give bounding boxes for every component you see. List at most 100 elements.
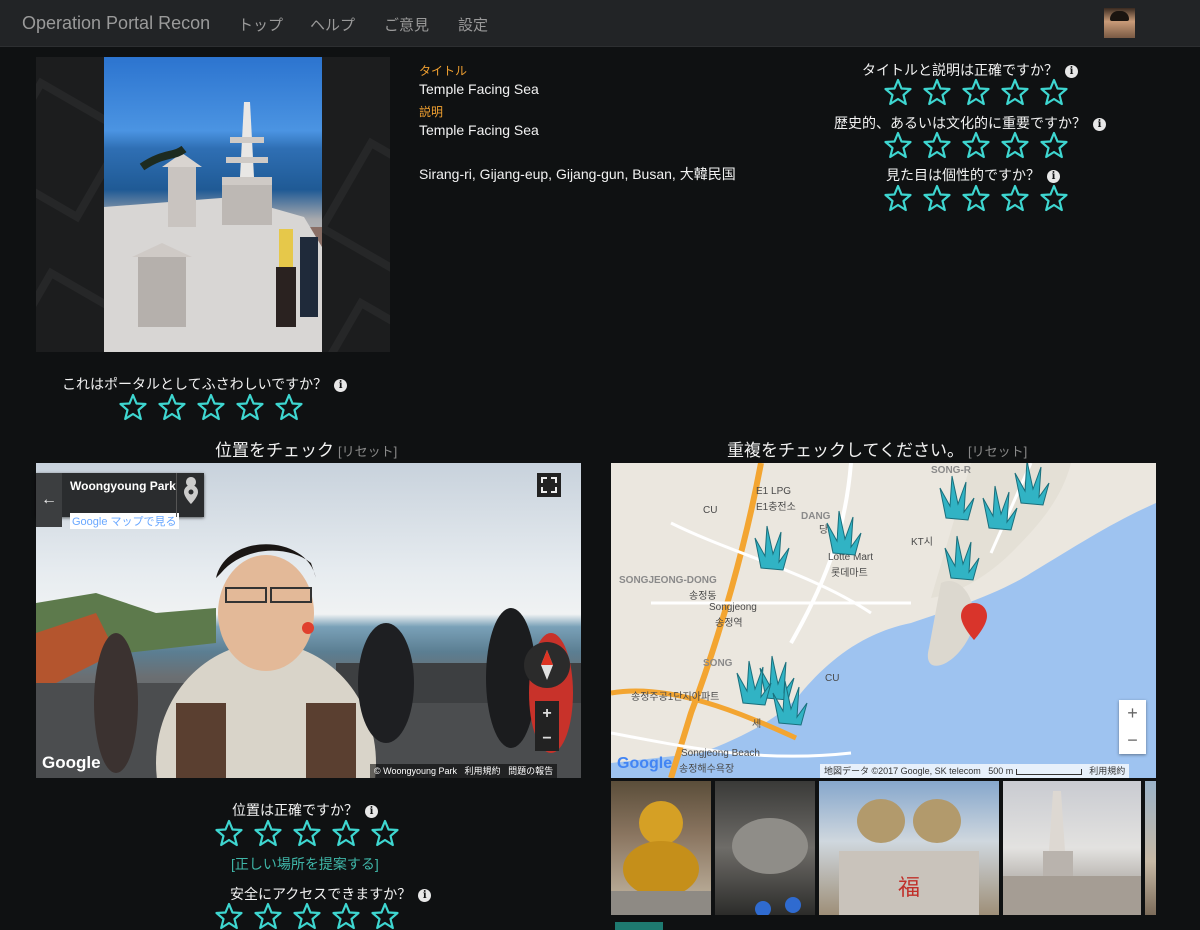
question-text: 歴史的、あるいは文化的に重要ですか？ [834,115,1086,131]
top-navbar: Operation Portal Recon トップ ヘルプ ご意見 設定 [0,0,1200,47]
star-icon[interactable] [215,902,243,930]
duplicate-section-title: 重複をチェックしてください。 [リセット] [727,436,1027,461]
star-icon[interactable] [1040,184,1068,212]
duplicate-map[interactable]: E1 LPG E1충전소 DANG 당 Lotte Mart 롯데마트 KT시 … [611,463,1156,778]
star-icon[interactable] [254,819,282,847]
star-icon[interactable] [962,78,990,106]
description-label: 説明 [419,105,444,119]
user-avatar[interactable] [1104,8,1135,38]
duplicate-thumbnail-stone-pagoda[interactable] [1003,781,1141,915]
compass-icon[interactable] [524,642,570,688]
nav-link-settings[interactable]: 設定 [458,14,488,35]
streetview-credit: © Woongyoung Park [374,766,458,776]
google-maps-link[interactable]: Google マップで見る [70,513,179,529]
question-title-accuracy: タイトルと説明は正確ですか？ i [862,60,1078,80]
map-zoom-out[interactable]: − [1119,727,1146,754]
stars-historic [884,131,1068,159]
question-location-accuracy: 位置は正確ですか？ i [232,800,378,820]
back-arrow-icon[interactable]: ← [36,473,62,527]
question-text: 位置は正確ですか？ [232,802,358,818]
map-pin-icon[interactable] [176,473,205,517]
star-icon[interactable] [1001,184,1029,212]
fortune-character: 福 [898,876,920,901]
nav-link-feedback[interactable]: ご意見 [384,14,429,35]
location-reset-link[interactable]: [リセット] [338,444,397,459]
star-icon[interactable] [923,131,951,159]
stars-unique [884,184,1068,212]
star-icon[interactable] [332,902,360,930]
info-icon[interactable]: i [418,889,432,902]
map-terms-link[interactable]: 利用規約 [1089,766,1125,776]
star-icon[interactable] [884,184,912,212]
brand-link[interactable]: Operation Portal Recon [22,13,210,34]
portal-description: Temple Facing Sea [419,122,539,138]
star-icon[interactable] [884,131,912,159]
star-icon[interactable] [215,819,243,847]
star-icon[interactable] [158,393,186,421]
star-icon[interactable] [293,819,321,847]
portal-address: Sirang-ri, Gijang-eup, Gijang-gun, Busan… [419,166,736,182]
nav-link-help[interactable]: ヘルプ [310,14,355,35]
star-icon[interactable] [332,819,360,847]
suggest-location-link[interactable]: [正しい場所を提案する] [231,854,379,874]
fullscreen-icon[interactable] [537,473,561,497]
map-footer: 地図データ ©2017 Google, SK telecom 500 m 利用規… [820,764,1130,778]
info-icon[interactable]: i [334,379,348,392]
question-text: タイトルと説明は正確ですか？ [862,62,1058,78]
streetview-zoom-control: + − [535,701,559,751]
star-icon[interactable] [923,78,951,106]
star-icon[interactable] [1001,131,1029,159]
stars-portal-worthy [119,393,303,421]
star-icon[interactable] [962,184,990,212]
streetview-footer: © Woongyoung Park 利用規約 問題の報告 [370,764,558,778]
star-icon[interactable] [884,78,912,106]
question-portal-worthy: これはポータルとしてふさわしいですか？ i [62,374,348,394]
duplicate-thumbnail-pig-statues[interactable]: 福 [819,781,999,915]
question-text: 見た目は個性的ですか？ [886,167,1040,183]
streetview-terms-link[interactable]: 利用規約 [465,766,501,776]
duplicate-thumbnail-golden-buddha[interactable] [611,781,711,915]
info-icon[interactable]: i [1047,170,1060,183]
pig-statues-illustration: 福 [839,799,979,915]
duplicate-title-text: 重複をチェックしてください。 [727,441,964,460]
star-icon[interactable] [197,393,225,421]
star-icon[interactable] [371,902,399,930]
map-google-logo: Google [617,755,672,773]
star-icon[interactable] [1001,78,1029,106]
star-icon[interactable] [293,902,321,930]
question-historic: 歴史的、あるいは文化的に重要ですか？ i [834,113,1106,133]
confirm-button[interactable] [615,922,663,930]
info-icon[interactable]: i [1065,65,1078,78]
star-icon[interactable] [1040,131,1068,159]
star-icon[interactable] [275,393,303,421]
duplicate-thumbnail-partial[interactable] [1145,781,1156,915]
streetview-zoom-in[interactable]: + [535,701,559,726]
duplicate-reset-link[interactable]: [リセット] [968,444,1027,459]
info-icon[interactable]: i [365,805,378,818]
streetview-zoom-out[interactable]: − [535,726,559,751]
map-google-logo-text: Google [617,755,673,772]
portal-marker-icon [982,485,1018,531]
temple-illustration [104,102,322,352]
fullscreen-glyph [541,477,557,493]
portal-marker-icon [826,510,862,556]
nav-link-top[interactable]: トップ [238,14,283,35]
streetview-report-link[interactable]: 問題の報告 [508,766,553,776]
portal-title: Temple Facing Sea [419,81,539,97]
map-zoom-in[interactable]: + [1119,700,1146,727]
star-icon[interactable] [923,184,951,212]
star-icon[interactable] [962,131,990,159]
star-icon[interactable] [254,902,282,930]
portal-markers [736,463,1050,726]
star-icon[interactable] [236,393,264,421]
portal-photo[interactable] [104,57,322,352]
star-icon[interactable] [119,393,147,421]
star-icon[interactable] [371,819,399,847]
info-icon[interactable]: i [1093,118,1106,131]
star-icon[interactable] [1040,78,1068,106]
map-attribution: 地図データ ©2017 Google, SK telecom [824,766,981,776]
stars-location-accuracy [215,819,399,847]
duplicate-thumbnail-rock-turtle[interactable] [715,781,815,915]
portal-marker-icon [1014,463,1050,506]
google-logo: Google [42,753,101,772]
